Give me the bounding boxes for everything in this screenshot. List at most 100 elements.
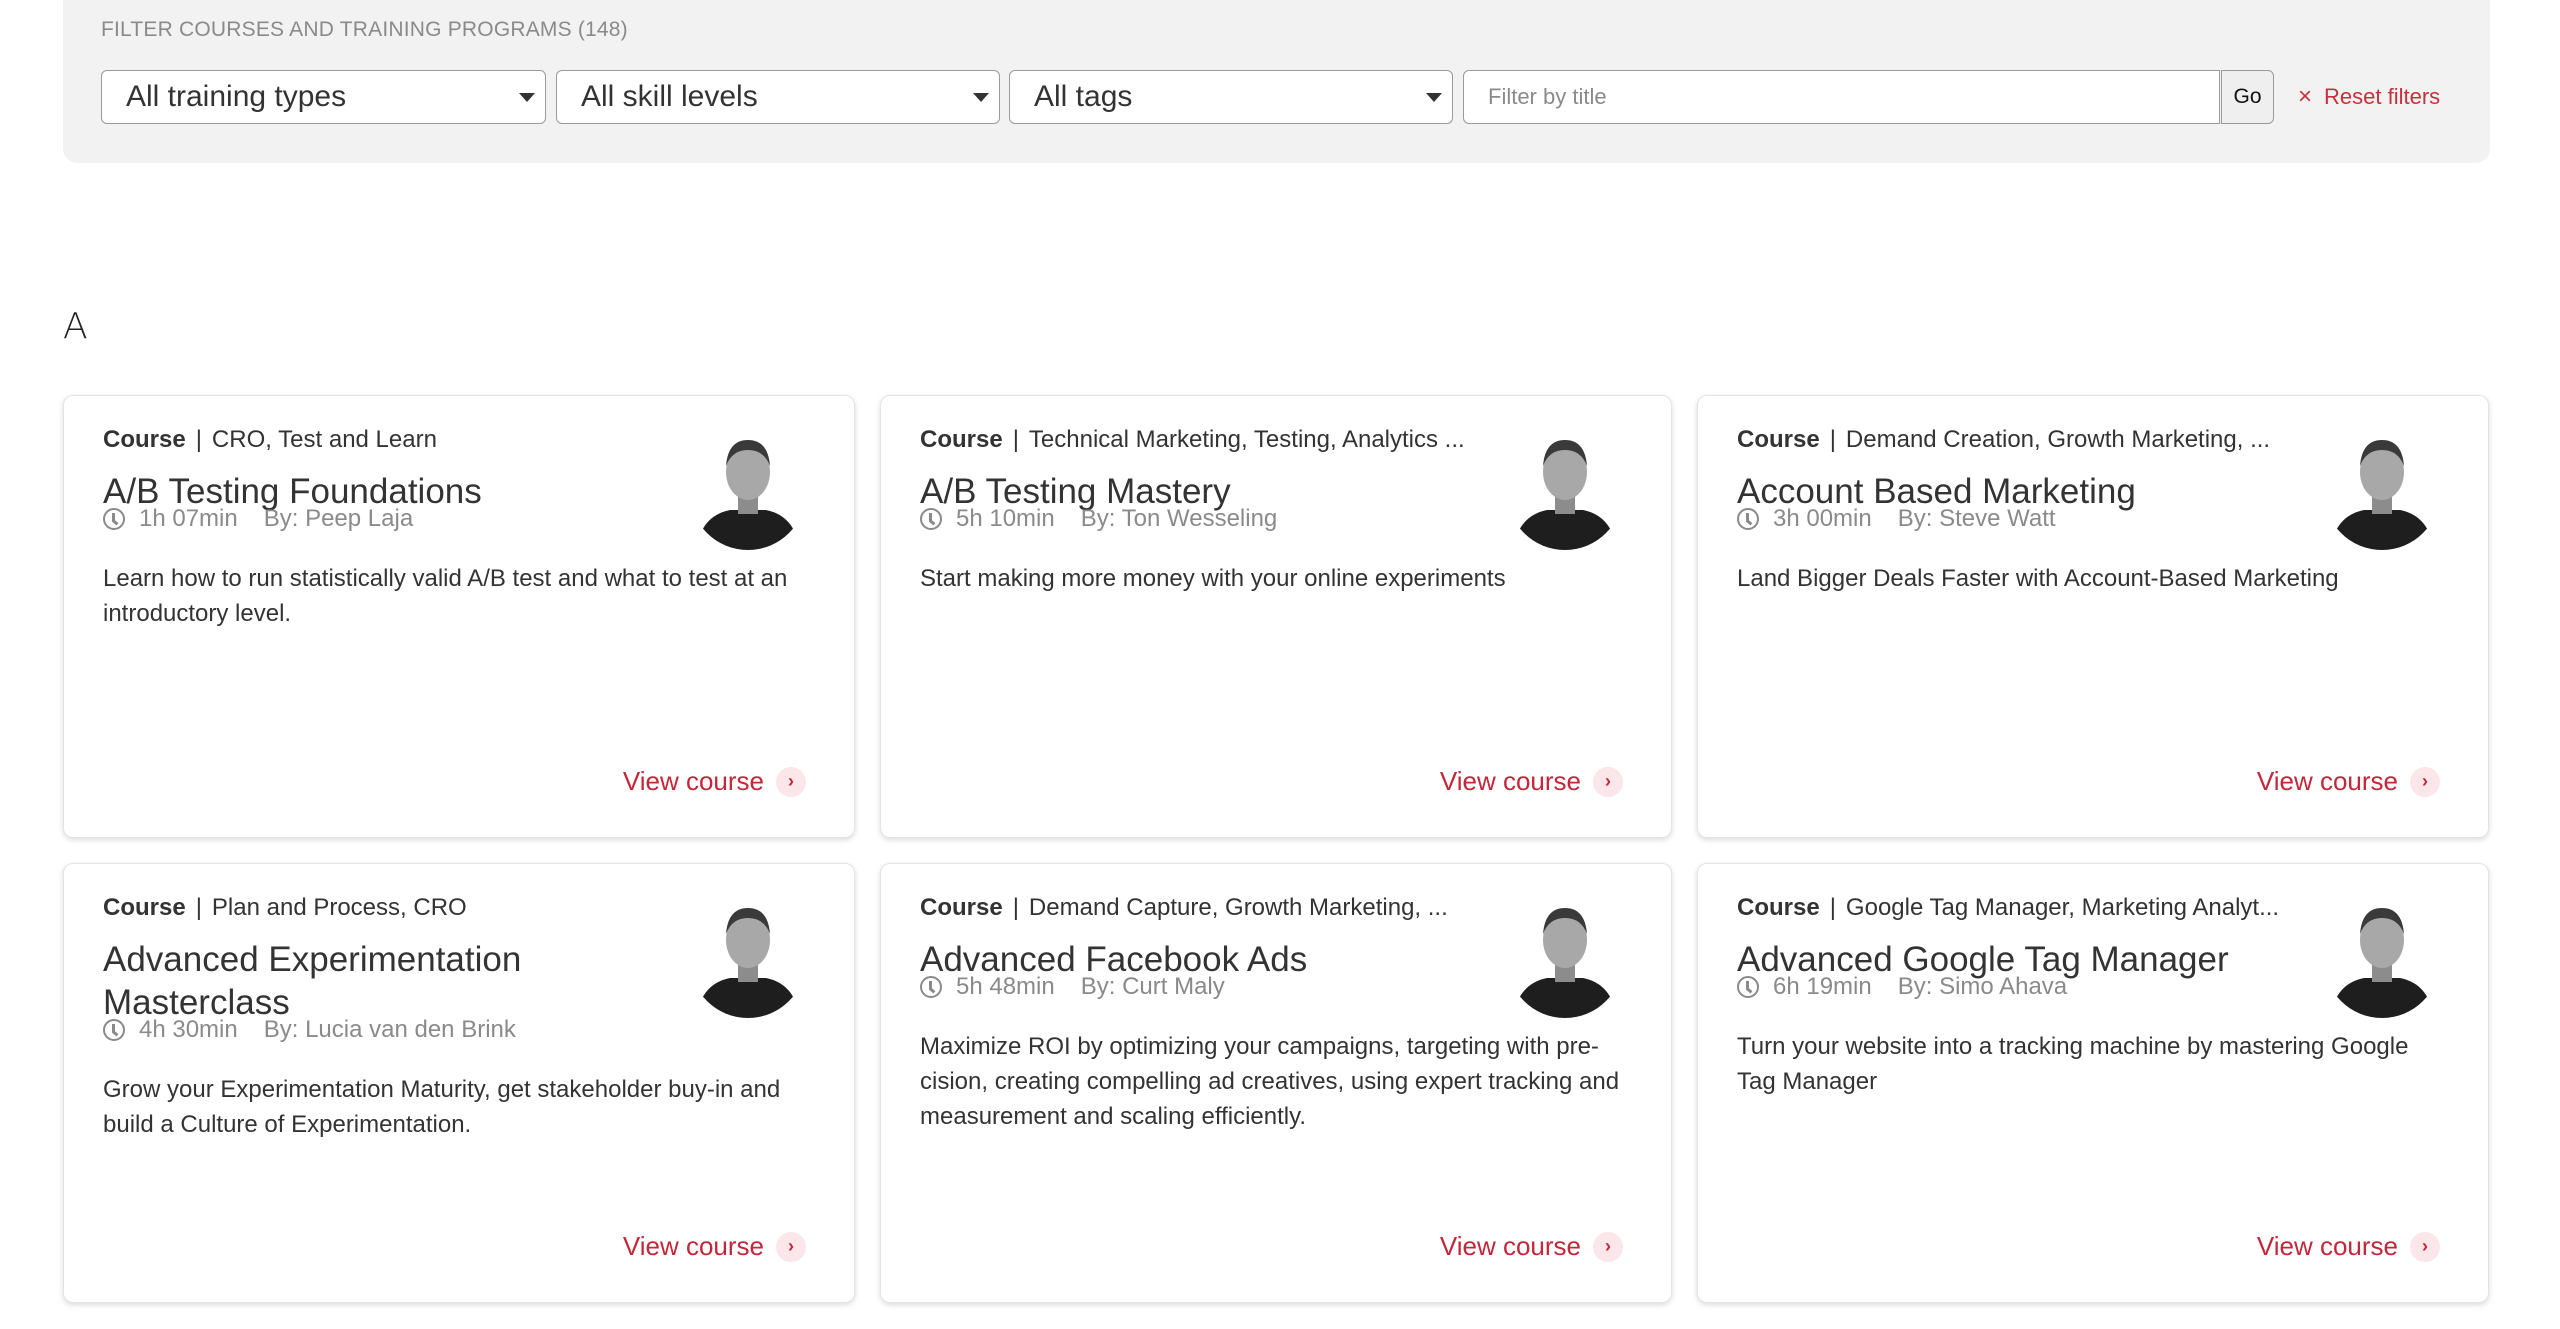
view-course-link[interactable]: View course › xyxy=(1440,1231,1623,1262)
chevron-right-icon: › xyxy=(2410,766,2440,797)
reset-filters-link[interactable]: × Reset filters xyxy=(2298,70,2440,124)
course-author: By: Simo Ahava xyxy=(1897,973,2068,1000)
view-course-link[interactable]: View course › xyxy=(623,1231,806,1262)
course-meta: Course | Demand Capture, Growth Marketing,… xyxy=(920,894,1448,922)
course-card: Course | Demand Creation, Growth Marketing… xyxy=(1697,395,2489,838)
training-type-select[interactable]: All training types xyxy=(101,70,546,124)
course-description: Start making more money with your online… xyxy=(920,565,1506,592)
course-tags: CRO, Test and Learn xyxy=(211,426,437,453)
course-duration: 5h 48min xyxy=(956,973,1055,1000)
course-description: Turn your website into a tracking machin… xyxy=(1737,1033,2409,1095)
separator: | xyxy=(195,894,202,921)
view-course-label: View course xyxy=(2256,766,2398,796)
course-stats: 5h 48min By: Curt Maly xyxy=(920,973,1225,1001)
course-tags: Plan and Process, CRO xyxy=(211,894,467,921)
instructor-avatar xyxy=(2324,426,2440,552)
course-duration: 5h 10min xyxy=(956,505,1055,532)
course-tags: Demand Capture, Growth Marketing, ... xyxy=(1028,894,1448,921)
course-stats: 3h 00min By: Steve Watt xyxy=(1737,505,2056,533)
view-course-link[interactable]: View course › xyxy=(2257,766,2440,797)
chevron-right-icon: › xyxy=(1593,766,1623,797)
course-tags: Demand Creation, Growth Marketing, ... xyxy=(1845,426,2271,453)
course-description: Land Bigger Deals Faster with Account-Ba… xyxy=(1737,565,2339,592)
view-course-label: View course xyxy=(1439,1231,1581,1261)
instructor-avatar xyxy=(1507,894,1623,1020)
instructor-photo-icon xyxy=(690,434,806,550)
chevron-right-icon: › xyxy=(2410,1231,2440,1262)
course-tags: Technical Marketing, Testing, Analytics … xyxy=(1028,426,1465,453)
skill-level-select[interactable]: All skill levels xyxy=(556,70,1000,124)
reset-filters-label: Reset filters xyxy=(2324,84,2441,109)
clock-icon xyxy=(103,508,125,530)
instructor-photo-icon xyxy=(1507,434,1623,550)
instructor-photo-icon xyxy=(1507,902,1623,1018)
course-type: Course xyxy=(1737,894,1820,921)
course-duration: 3h 00min xyxy=(1773,505,1872,532)
instructor-photo-icon xyxy=(690,902,806,1018)
course-author: By: Peep Laja xyxy=(263,505,414,532)
go-button[interactable]: Go xyxy=(2221,70,2274,124)
course-type: Course xyxy=(920,426,1003,453)
instructor-photo-icon xyxy=(2324,434,2440,550)
view-course-link[interactable]: View course › xyxy=(1440,766,1623,797)
course-description: Maximize ROI by optimizing your campaign… xyxy=(920,1033,1620,1130)
course-stats: 5h 10min By: Ton Wesseling xyxy=(920,505,1277,533)
training-type-value: All training types xyxy=(126,80,347,113)
course-tags: Google Tag Manager, Marketing Analyt... xyxy=(1845,894,2280,921)
course-card: Course | Technical Marketing, Testing, Ana… xyxy=(880,395,1672,838)
clock-icon xyxy=(1737,508,1759,530)
view-course-link[interactable]: View course › xyxy=(623,766,806,797)
course-meta: Course | Technical Marketing, Testing, Ana… xyxy=(920,426,1465,454)
course-type: Course xyxy=(103,894,186,921)
separator: | xyxy=(195,426,202,453)
instructor-avatar xyxy=(690,894,806,1020)
course-author: By: Curt Maly xyxy=(1080,973,1225,1000)
course-author: By: Steve Watt xyxy=(1897,505,2056,532)
clock-icon xyxy=(920,976,942,998)
view-course-label: View course xyxy=(2256,1231,2398,1261)
title-filter-input[interactable] xyxy=(1463,70,2220,124)
instructor-avatar xyxy=(1507,426,1623,552)
course-meta: Course | Plan and Process, CRO xyxy=(103,894,467,922)
tags-select[interactable]: All tags xyxy=(1009,70,1453,124)
course-title[interactable]: Advanced Experimentation Masterclass xyxy=(103,938,663,1024)
course-stats: 4h 30min By: Lucia van den Brink xyxy=(103,1016,516,1044)
course-meta: Course | CRO, Test and Learn xyxy=(103,426,437,454)
course-duration: 6h 19min xyxy=(1773,973,1872,1000)
separator: | xyxy=(1829,426,1836,453)
course-card: Course | Google Tag Manager, Marketing Ana… xyxy=(1697,863,2489,1303)
chevron-right-icon: › xyxy=(776,766,806,797)
course-card: Course | Demand Capture, Growth Marketing,… xyxy=(880,863,1672,1303)
clock-icon xyxy=(920,508,942,530)
filter-heading: FILTER COURSES AND TRAINING PROGRAMS (14… xyxy=(101,18,628,41)
view-course-label: View course xyxy=(1439,766,1581,796)
course-type: Course xyxy=(103,426,186,453)
course-card: Course | CRO, Test and Learn A/B Testing F… xyxy=(63,395,855,838)
skill-level-value: All skill levels xyxy=(581,80,758,113)
course-author: By: Ton Wesseling xyxy=(1080,505,1278,532)
instructor-avatar xyxy=(2324,894,2440,1020)
separator: | xyxy=(1012,426,1019,453)
course-author: By: Lucia van den Brink xyxy=(263,1016,516,1043)
view-course-link[interactable]: View course › xyxy=(2257,1231,2440,1262)
course-description: Learn how to run statistically valid A/B… xyxy=(103,565,788,627)
caret-down-icon xyxy=(1426,93,1442,102)
course-type: Course xyxy=(920,894,1003,921)
course-duration: 4h 30min xyxy=(139,1016,238,1043)
view-course-label: View course xyxy=(622,1231,764,1261)
course-stats: 6h 19min By: Simo Ahava xyxy=(1737,973,2067,1001)
course-duration: 1h 07min xyxy=(139,505,238,532)
instructor-photo-icon xyxy=(2324,902,2440,1018)
separator: | xyxy=(1012,894,1019,921)
view-course-label: View course xyxy=(622,766,764,796)
section-letter-heading: A xyxy=(63,306,88,347)
course-stats: 1h 07min By: Peep Laja xyxy=(103,505,413,533)
chevron-right-icon: › xyxy=(1593,1231,1623,1262)
chevron-right-icon: › xyxy=(776,1231,806,1262)
tags-value: All tags xyxy=(1034,80,1133,113)
course-card: Course | Plan and Process, CRO Advanced Ex… xyxy=(63,863,855,1303)
course-meta: Course | Google Tag Manager, Marketing Ana… xyxy=(1737,894,2279,922)
filter-panel: FILTER COURSES AND TRAINING PROGRAMS (14… xyxy=(63,0,2490,163)
clock-icon xyxy=(1737,976,1759,998)
course-meta: Course | Demand Creation, Growth Marketing… xyxy=(1737,426,2270,454)
